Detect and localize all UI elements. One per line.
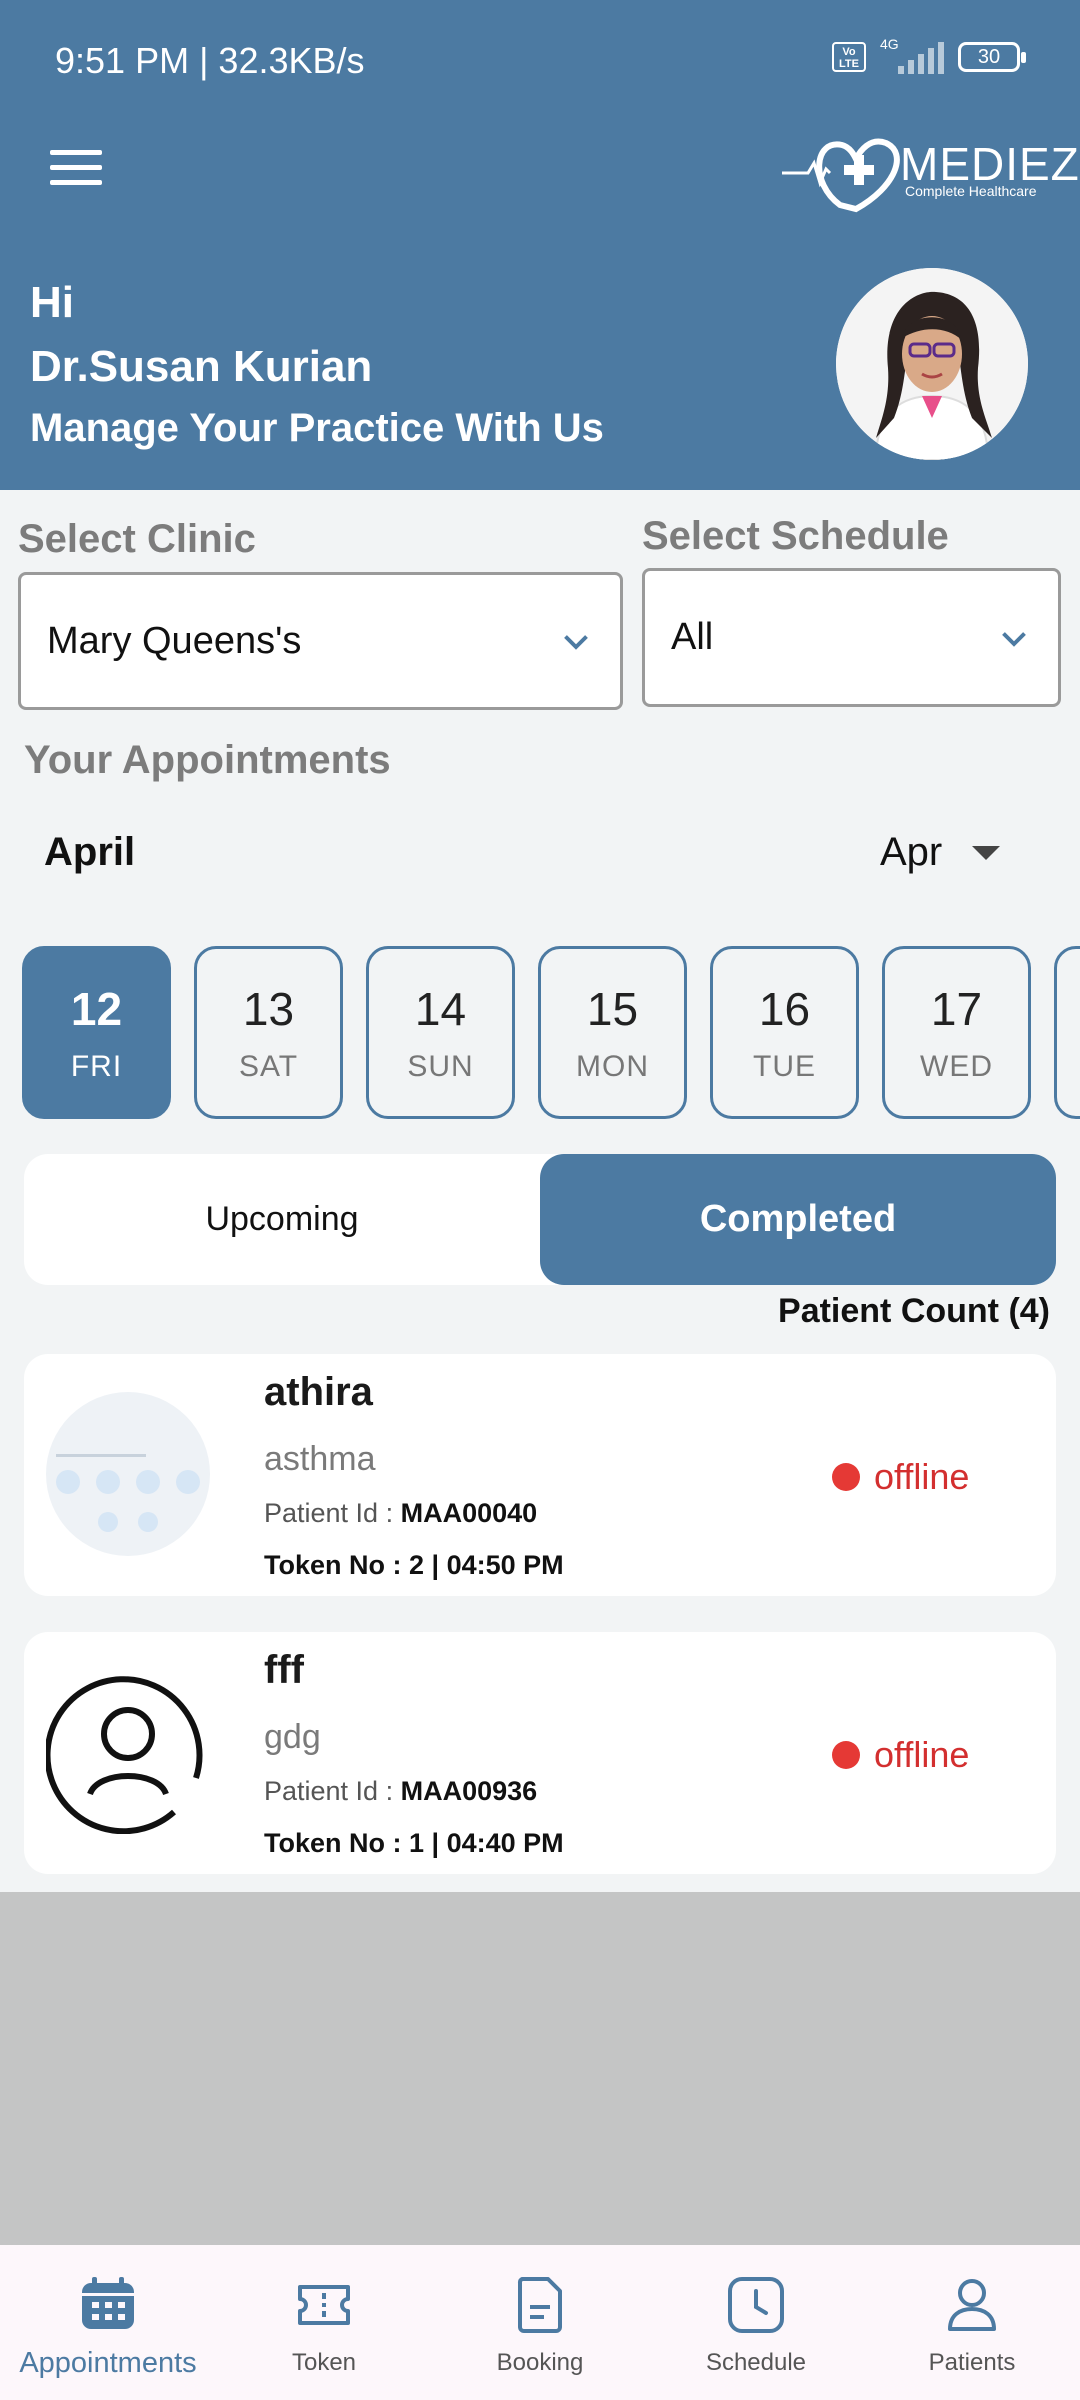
ticket-icon [298, 2285, 350, 2325]
chevron-down-icon [1002, 631, 1026, 647]
appointment-tabs: Upcoming Completed [24, 1154, 1056, 1285]
date-strip[interactable]: 12 FRI 13 SAT 14 SUN 15 MON 16 TUE 17 WE… [22, 946, 1080, 1119]
date-card[interactable]: 14 SUN [366, 946, 515, 1119]
status-icons: Vo LTE 4G 30 [832, 36, 1026, 74]
patient-token: Token No : 1 | 04:40 PM [264, 1828, 564, 1858]
tagline: Manage Your Practice With Us [30, 406, 604, 450]
calendar-icon [82, 2277, 134, 2329]
date-card[interactable]: 17 WED [882, 946, 1031, 1119]
date-card[interactable] [1054, 946, 1080, 1119]
signal-icon: 4G [880, 36, 944, 74]
status-text: offline [874, 1456, 970, 1497]
date-number: 17 [930, 982, 983, 1035]
status-text: offline [874, 1734, 970, 1775]
nav-appointments[interactable]: Appointments [0, 2245, 216, 2400]
mediezy-logo: MEDIEZY Complete Healthcare [780, 125, 1080, 215]
greeting: Hi [30, 278, 74, 327]
clinic-value: Mary Queens's [47, 619, 302, 662]
nav-booking[interactable]: Booking [432, 2245, 648, 2400]
patient-card[interactable]: fff gdg Patient Id : MAA00936 Token No :… [24, 1632, 1056, 1874]
person-avatar-icon [44, 1670, 210, 1835]
status-badge: offline [832, 1734, 969, 1776]
tab-upcoming[interactable]: Upcoming [24, 1154, 540, 1285]
patient-card[interactable]: athira asthma Patient Id : MAA00040 Toke… [24, 1354, 1056, 1596]
person-icon [948, 2279, 996, 2331]
date-day: FRI [70, 1049, 123, 1083]
menu-button[interactable] [50, 150, 102, 190]
patient-token: Token No : 2 | 04:50 PM [264, 1550, 564, 1580]
doctor-name: Dr.Susan Kurian [30, 342, 373, 391]
clinic-label: Select Clinic [18, 517, 256, 561]
date-number: 12 [70, 982, 123, 1035]
date-day: SUN [407, 1049, 474, 1083]
app-header: 9:51 PM | 32.3KB/s Vo LTE 4G 30 MEDIEZY … [0, 0, 1080, 490]
patient-count: Patient Count (4) [778, 1292, 1050, 1330]
heart-cross-icon [782, 138, 900, 213]
status-time: 9:51 PM | 32.3KB/s [55, 40, 365, 81]
patient-condition: asthma [264, 1440, 376, 1478]
status-dot-icon [832, 1463, 860, 1491]
date-card[interactable]: 15 MON [538, 946, 687, 1119]
date-day: SAT [238, 1049, 299, 1083]
clinic-dropdown[interactable]: Mary Queens's [18, 572, 623, 710]
hamburger-icon [50, 150, 102, 155]
date-day: MON [576, 1049, 649, 1083]
date-day: TUE [753, 1049, 816, 1083]
month-select-value: Apr [880, 830, 943, 874]
clock-icon [728, 2277, 784, 2333]
date-day: WED [920, 1049, 993, 1083]
logo-subtitle: Complete Healthcare [905, 183, 1037, 199]
date-number: 16 [758, 982, 811, 1035]
nav-label: Patients [928, 2349, 1016, 2376]
nav-label: Token [291, 2349, 357, 2376]
bottom-navigation: Appointments Token Booking Schedule Pati… [0, 2245, 1080, 2400]
nav-label: Appointments [19, 2347, 197, 2379]
nav-label: Booking [496, 2349, 584, 2376]
nav-schedule[interactable]: Schedule [648, 2245, 864, 2400]
date-card[interactable]: 13 SAT [194, 946, 343, 1119]
patient-condition: gdg [264, 1718, 321, 1756]
status-badge: offline [832, 1456, 969, 1498]
schedule-value: All [671, 616, 714, 658]
patient-id: Patient Id : MAA00936 [264, 1776, 538, 1806]
document-icon [517, 2277, 562, 2333]
nav-token[interactable]: Token [216, 2245, 432, 2400]
date-card[interactable]: 12 FRI [22, 946, 171, 1119]
chevron-down-icon [564, 635, 588, 650]
nav-label: Schedule [705, 2349, 807, 2376]
date-card[interactable]: 16 TUE [710, 946, 859, 1119]
patient-name: athira [264, 1370, 373, 1414]
doctor-avatar[interactable] [836, 268, 1028, 460]
dropdown-arrow-icon [972, 845, 1001, 860]
status-dot-icon [832, 1741, 860, 1769]
tab-completed[interactable]: Completed [540, 1154, 1056, 1285]
schedule-dropdown[interactable]: All [642, 568, 1061, 707]
schedule-label: Select Schedule [642, 514, 949, 558]
month-select[interactable]: Apr [880, 830, 1001, 875]
appointments-title: Your Appointments [24, 738, 391, 782]
battery-icon: 30 [958, 42, 1026, 72]
date-number: 14 [414, 982, 467, 1035]
date-number: 15 [586, 982, 639, 1035]
patient-thumbnail [46, 1392, 210, 1556]
volte-icon: Vo LTE [832, 42, 866, 72]
date-number: 13 [242, 982, 295, 1035]
patient-name: fff [264, 1648, 304, 1692]
month-label: April [44, 830, 136, 874]
empty-area [0, 1892, 1080, 2245]
patient-id: Patient Id : MAA00040 [264, 1498, 538, 1528]
nav-patients[interactable]: Patients [864, 2245, 1080, 2400]
network-type: 4G [880, 36, 899, 52]
